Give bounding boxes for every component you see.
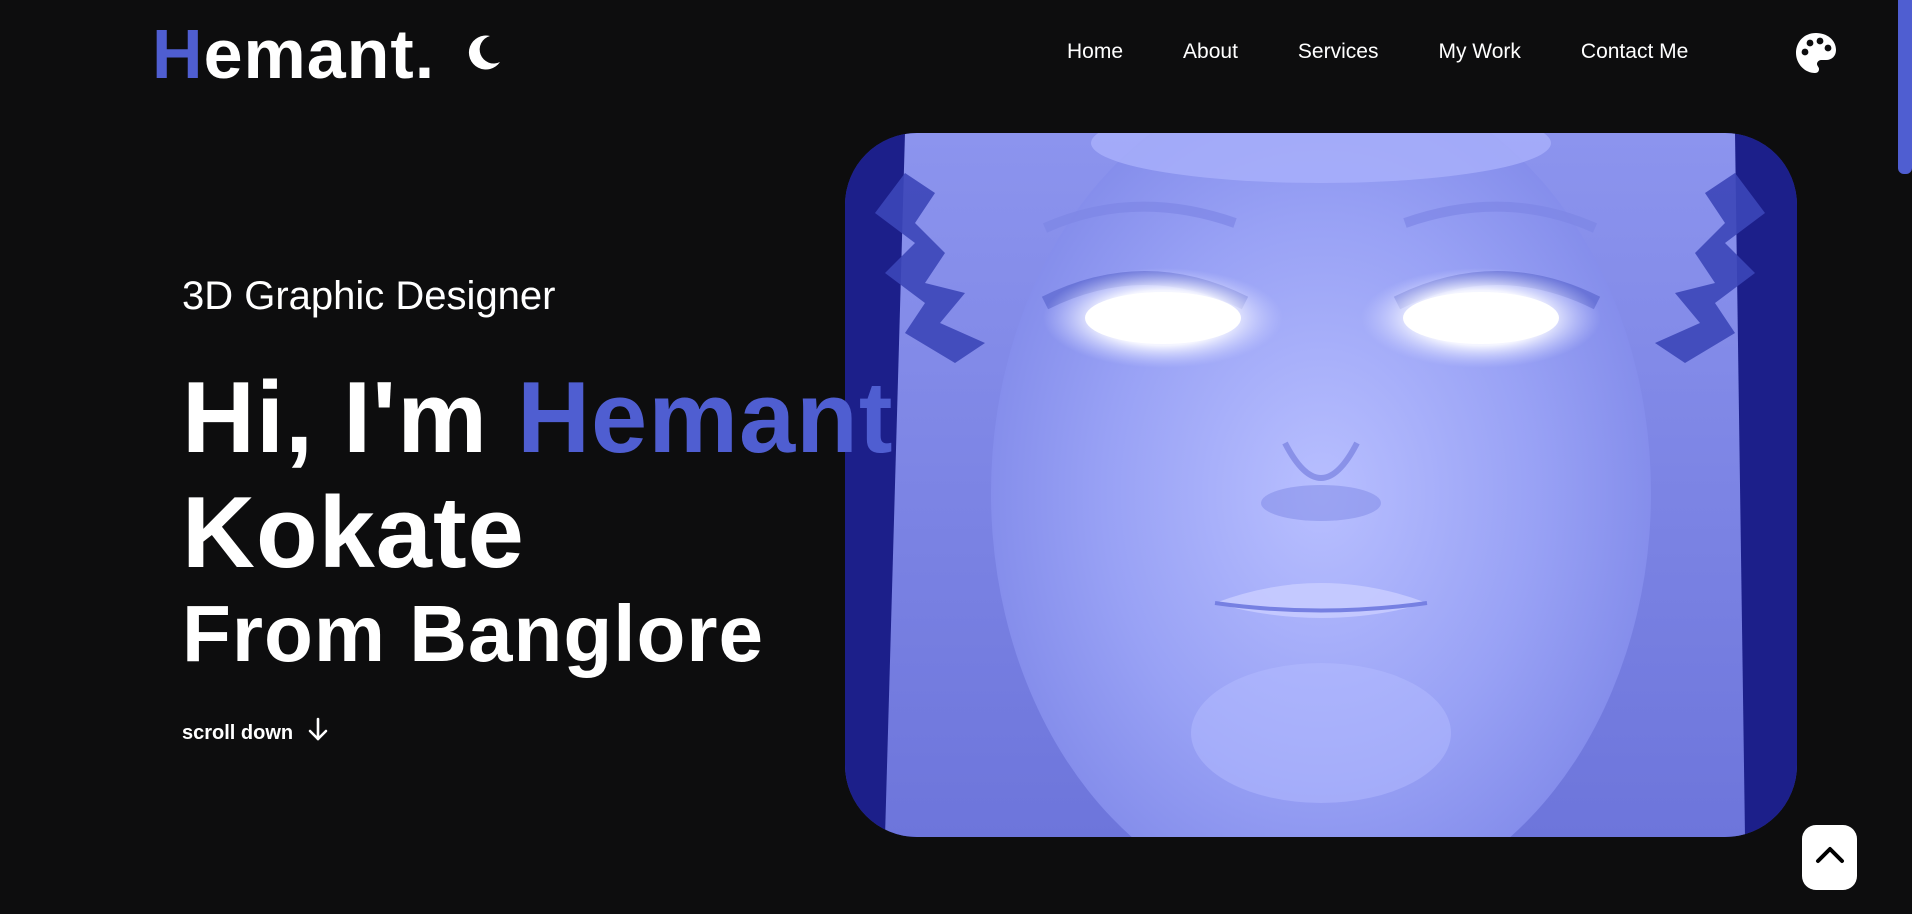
hero-image	[845, 133, 1797, 837]
logo-text: emant.	[203, 15, 436, 93]
hero-headline: Hi, I'm Hemant	[182, 362, 894, 475]
hero-greeting: Hi, I'm	[182, 362, 518, 474]
hero-first-name: Hemant	[517, 362, 894, 474]
hero-subtitle: 3D Graphic Designer	[182, 274, 556, 318]
chevron-up-icon	[1813, 838, 1847, 877]
portfolio-page: Hemant. Home About Services My Work Cont…	[0, 0, 1912, 914]
main-nav: Home About Services My Work Contact Me	[1067, 38, 1688, 66]
scrollbar-thumb[interactable]	[1898, 0, 1912, 174]
site-logo[interactable]: Hemant.	[152, 14, 435, 94]
scroll-top-button[interactable]	[1802, 825, 1857, 890]
moon-icon[interactable]	[462, 30, 506, 74]
hero-last-name: Kokate	[182, 477, 525, 589]
arrow-down-icon	[307, 717, 329, 749]
logo-initial: H	[152, 15, 204, 93]
nav-home[interactable]: Home	[1067, 38, 1123, 66]
nav-services[interactable]: Services	[1298, 38, 1379, 66]
scroll-down-link[interactable]: scroll down	[182, 717, 329, 749]
nav-contact-me[interactable]: Contact Me	[1581, 38, 1688, 66]
hero-location: From Banglore	[182, 589, 764, 678]
nav-about[interactable]: About	[1183, 38, 1238, 66]
scroll-down-label: scroll down	[182, 721, 294, 744]
nav-my-work[interactable]: My Work	[1438, 38, 1520, 66]
palette-icon[interactable]	[1794, 31, 1838, 75]
